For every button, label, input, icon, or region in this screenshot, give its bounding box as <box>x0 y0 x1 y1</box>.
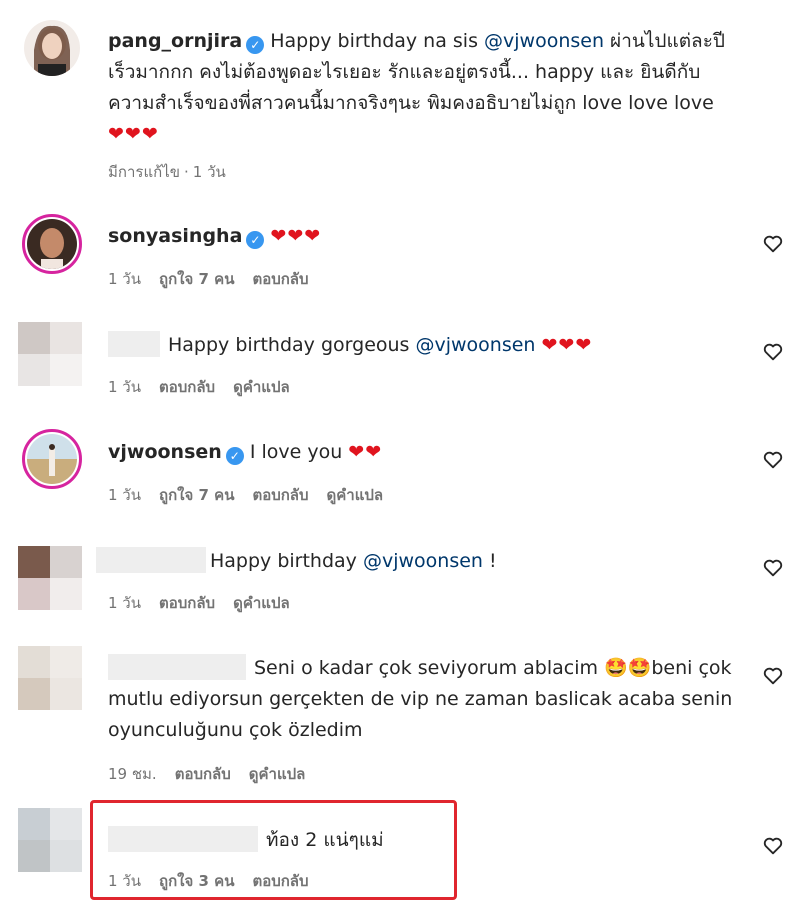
reply-button[interactable]: ตอบกลับ <box>252 486 308 504</box>
comment-meta: 1 วัน ตอบกลับ ดูคำแปล <box>108 591 308 615</box>
avatar[interactable] <box>18 808 82 872</box>
likes-count[interactable]: ถูกใจ 7 คน <box>159 270 234 288</box>
verified-badge-icon: ✓ <box>225 447 244 465</box>
reply-button[interactable]: ตอบกลับ <box>159 378 215 396</box>
translate-link[interactable]: ดูคำแปล <box>233 378 290 396</box>
comment-text: Happy birthday @vjwoonsen ! <box>96 546 716 577</box>
redacted-username <box>96 547 206 573</box>
mention-link[interactable]: @vjwoonsen <box>484 30 604 52</box>
avatar[interactable] <box>18 646 82 710</box>
avatar[interactable] <box>18 546 82 610</box>
comment-meta: 1 วัน ถูกใจ 7 คน ตอบกลับ <box>108 267 327 291</box>
comment-body: I love you <box>249 441 343 463</box>
timestamp: 1 วัน <box>108 378 141 396</box>
avatar[interactable] <box>22 214 82 274</box>
username[interactable]: pang_ornjira <box>108 30 242 52</box>
timestamp: 1 วัน <box>108 270 141 288</box>
hearts-emoji: ❤❤❤ <box>541 334 593 356</box>
highlight-box <box>90 800 457 900</box>
heart-outline-icon[interactable] <box>762 341 784 363</box>
avatar[interactable] <box>24 20 80 76</box>
translate-link[interactable]: ดูคำแปล <box>233 594 290 612</box>
heart-outline-icon[interactable] <box>762 665 784 687</box>
comment-meta: 19 ชม. ตอบกลับ ดูคำแปล <box>108 762 323 786</box>
comment-meta: 1 วัน ตอบกลับ ดูคำแปล <box>108 375 308 399</box>
comment-body: Happy birthday na sis <box>270 30 485 52</box>
comment-text: Happy birthday gorgeous @vjwoonsen ❤❤❤ <box>108 330 728 361</box>
comment-meta: มีการแก้ไข · 1 วัน <box>108 163 226 181</box>
comment-text: Seni o kadar çok seviyorum ablacim 🤩🤩ben… <box>108 653 748 746</box>
username[interactable]: sonyasingha <box>108 225 242 247</box>
heart-outline-icon[interactable] <box>762 233 784 255</box>
hearts-emoji: ❤❤ <box>348 441 383 463</box>
comment-body: Happy birthday <box>210 550 363 572</box>
verified-badge-icon: ✓ <box>246 231 265 249</box>
heart-outline-icon[interactable] <box>762 557 784 579</box>
avatar[interactable] <box>22 429 82 489</box>
comment-body-cont: ! <box>482 550 497 572</box>
timestamp: 19 ชม. <box>108 765 157 783</box>
likes-count[interactable]: ถูกใจ 7 คน <box>159 486 234 504</box>
edited-label: มีการแก้ไข <box>108 163 180 181</box>
translate-link[interactable]: ดูคำแปล <box>249 765 306 783</box>
comment-text: vjwoonsen ✓ I love you ❤❤ <box>108 437 728 468</box>
comment-text: pang_ornjira ✓ Happy birthday na sis @vjwo… <box>108 26 728 150</box>
comment-body: Happy birthday gorgeous <box>168 334 416 356</box>
reply-button[interactable]: ตอบกลับ <box>252 270 308 288</box>
avatar[interactable] <box>18 322 82 386</box>
timestamp: 1 วัน <box>108 486 141 504</box>
mention-link[interactable]: @vjwoonsen <box>415 334 535 356</box>
redacted-username <box>108 331 160 357</box>
timestamp: 1 วัน <box>192 163 226 181</box>
redacted-username <box>108 654 246 680</box>
heart-outline-icon[interactable] <box>762 449 784 471</box>
comment-meta: 1 วัน ถูกใจ 7 คน ตอบกลับ ดูคำแปล <box>108 483 401 507</box>
translate-link[interactable]: ดูคำแปล <box>327 486 384 504</box>
hearts-emoji: ❤❤❤ <box>270 225 322 247</box>
mention-link[interactable]: @vjwoonsen <box>363 550 483 572</box>
comment-text: sonyasingha ✓ ❤❤❤ <box>108 221 728 252</box>
timestamp: 1 วัน <box>108 594 141 612</box>
reply-button[interactable]: ตอบกลับ <box>175 765 231 783</box>
heart-outline-icon[interactable] <box>762 835 784 857</box>
hearts-emoji: ❤❤❤ <box>108 123 159 145</box>
reply-button[interactable]: ตอบกลับ <box>159 594 215 612</box>
verified-badge-icon: ✓ <box>246 36 265 54</box>
username[interactable]: vjwoonsen <box>108 441 222 463</box>
